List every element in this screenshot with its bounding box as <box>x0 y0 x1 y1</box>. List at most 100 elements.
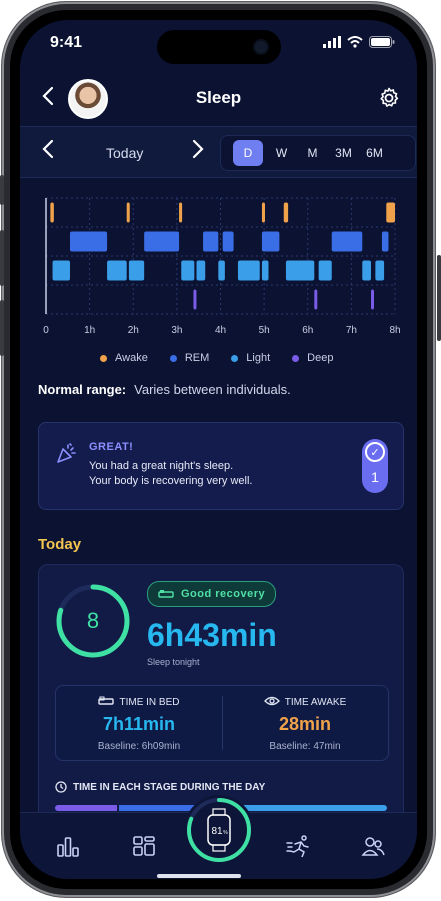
status-time: 9:41 <box>50 34 83 51</box>
segment-awake <box>261 202 265 223</box>
achievement-badge[interactable]: ✓ 1 <box>362 439 388 493</box>
clock-icon <box>55 781 67 793</box>
signal-icon <box>323 36 341 48</box>
status-icons <box>323 36 395 48</box>
device-battery-value: 81 <box>211 826 223 837</box>
phone-device: 9:41 Sleep Today D W M 3M 6M 0 1h 2h 3h … <box>0 0 441 901</box>
nav-stats[interactable] <box>56 835 80 862</box>
sleep-score: 8 <box>87 608 99 633</box>
bed-icon <box>98 696 115 705</box>
segment-awake <box>50 202 54 223</box>
x-tick-label: 4h <box>215 325 226 336</box>
segment-rem <box>144 231 180 252</box>
nav-device-center[interactable]: 81 % <box>184 795 254 865</box>
x-tick-label: 5h <box>259 325 270 336</box>
period-d[interactable]: D <box>233 140 263 166</box>
great-line-2: Your body is recovering very well. <box>89 475 253 487</box>
segment-light <box>52 260 70 281</box>
legend-rem: REM <box>169 352 209 364</box>
x-tick-label: 8h <box>389 325 400 336</box>
nav-profile[interactable] <box>361 835 385 862</box>
header: Sleep <box>20 74 417 124</box>
time-awake: TIME AWAKE 28min Baseline: 47min <box>222 686 388 760</box>
segment-deep <box>314 289 318 310</box>
period-w[interactable]: W <box>269 140 294 166</box>
time-stats: TIME IN BED 7h11min Baseline: 6h09min TI… <box>55 685 389 761</box>
segment-rem <box>261 231 280 252</box>
great-heading: GREAT! <box>89 441 134 453</box>
segment-awake <box>179 202 183 223</box>
achievement-count: 1 <box>371 469 379 485</box>
segment-rem <box>331 231 363 252</box>
power-button <box>437 255 441 341</box>
great-message: You had a great night's sleep. Your body… <box>89 459 252 489</box>
time-in-bed: TIME IN BED 7h11min Baseline: 6h09min <box>56 686 222 760</box>
x-tick-label: 2h <box>128 325 139 336</box>
segment-rem <box>203 231 219 252</box>
segment-light <box>285 260 315 281</box>
segment-light <box>107 260 127 281</box>
period-m[interactable]: M <box>300 140 325 166</box>
segment-awake <box>126 202 130 223</box>
x-tick-label: 0 <box>43 325 49 336</box>
segment-awake <box>283 202 289 223</box>
bottom-nav: 81 % <box>20 795 417 879</box>
segment-light <box>375 260 385 281</box>
camera-icon <box>255 41 267 53</box>
eye-icon <box>263 696 280 706</box>
normal-range-value: Varies between individuals. <box>134 382 291 397</box>
time-awake-value: 28min <box>278 714 332 734</box>
recovery-badge: Good recovery <box>147 581 277 607</box>
sleep-stage-chart: 0 1h 2h 3h 4h 5h 6h 7h 8h <box>43 197 401 336</box>
device-battery-ring: 81 % <box>187 798 251 862</box>
stage-heading: TIME IN EACH STAGE DURING THE DAY <box>55 781 265 793</box>
nav-dashboard[interactable] <box>132 835 156 862</box>
gear-icon <box>380 87 399 107</box>
users-icon <box>361 837 385 856</box>
date-label: Today <box>106 145 144 161</box>
dashboard-icon <box>133 836 155 856</box>
segment-light <box>318 260 332 281</box>
chevron-right-icon <box>192 139 204 159</box>
time-in-bed-baseline: Baseline: 6h09min <box>97 741 181 752</box>
stage-bar-deep <box>55 805 117 811</box>
legend-awake: Awake <box>100 352 148 364</box>
segment-rem <box>381 231 389 252</box>
sleep-score-ring: 8 <box>56 584 130 658</box>
segment-light <box>362 260 372 281</box>
sleep-duration-caption: Sleep tonight <box>147 657 200 667</box>
normal-range: Normal range: Varies between individuals. <box>38 382 291 397</box>
wifi-icon <box>347 36 363 48</box>
party-popper-icon <box>57 443 76 463</box>
segment-rem <box>69 231 108 252</box>
period-6m[interactable]: 6M <box>362 140 387 166</box>
legend-deep: Deep <box>292 352 333 364</box>
segment-deep <box>193 289 197 310</box>
next-day-button[interactable] <box>192 139 204 165</box>
x-tick-label: 3h <box>171 325 182 336</box>
segment-light <box>196 260 206 281</box>
period-3m[interactable]: 3M <box>331 140 356 166</box>
device-battery-unit: % <box>223 830 228 836</box>
previous-day-button[interactable] <box>42 139 54 165</box>
bar-chart-icon <box>57 837 79 857</box>
time-in-bed-label: TIME IN BED <box>119 697 180 708</box>
segment-rem <box>222 231 234 252</box>
segment-light <box>128 260 145 281</box>
settings-button[interactable] <box>377 86 401 115</box>
dynamic-island <box>157 30 281 64</box>
battery-icon <box>369 36 395 48</box>
segment-light <box>237 260 260 281</box>
segment-light <box>181 260 195 281</box>
x-tick-label: 7h <box>346 325 357 336</box>
volume-up-button <box>0 230 4 286</box>
nav-activity[interactable] <box>286 835 312 862</box>
home-indicator <box>157 874 241 878</box>
today-section-title: Today <box>38 536 82 553</box>
period-selector: D W M 3M 6M <box>220 135 416 171</box>
x-tick-label: 6h <box>302 325 313 336</box>
sleep-duration: 6h43min <box>147 617 277 653</box>
check-icon: ✓ <box>365 442 385 462</box>
time-awake-baseline: Baseline: 47min <box>269 741 341 752</box>
recovery-label: Good recovery <box>181 588 266 600</box>
